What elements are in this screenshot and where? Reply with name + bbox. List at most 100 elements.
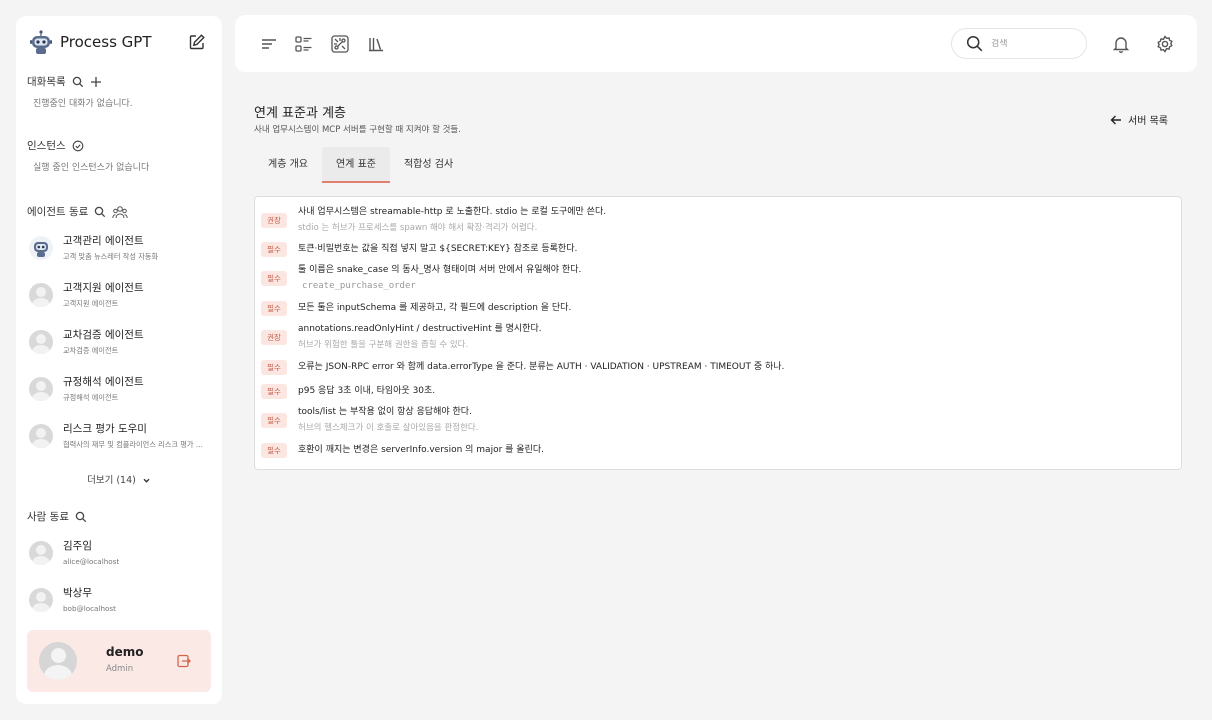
agent-avatar [29,283,53,307]
rules-card: 권장 사내 업무시스템은 streamable-http 로 노출한다. std… [254,196,1182,470]
rule-code-example: create_purchase_order [302,281,416,291]
agent-avatar [29,424,53,448]
rule-row: 권장 annotations.readOnlyHint / destructiv… [261,323,542,352]
tab-conformance-check[interactable]: 적합성 검사 [390,147,467,183]
agent-item[interactable]: 리스크 평가 도우미 협력사의 재무 및 컴플라이언스 리스크 평가 보조 [29,422,214,450]
rule-note: stdio 는 허브가 프로세스를 spawn 해야 해서 확장·격리가 어렵다… [298,223,538,233]
rule-badge: 필수 [261,360,287,375]
chevron-down-icon [143,478,150,483]
rule-row: 필수 p95 응답 3초 이내, 타임아웃 30초. [261,384,435,399]
chats-title: 대화목록 [27,76,66,88]
rule-note: 허브의 헬스체크가 이 호출로 살아있음을 판정한다. [298,423,479,433]
new-chat-edit-icon[interactable] [188,33,206,51]
agent-name: 고객관리 에이전트 [63,235,144,247]
people-title: 사람 동료 [27,511,69,523]
agent-avatar [29,377,53,401]
person-item[interactable]: 김주임 alice@localhost [29,539,214,566]
current-user-card[interactable]: demo Admin [27,630,211,692]
rule-text: 모든 툴은 inputSchema 를 제공하고, 각 필드에 descript… [298,303,572,313]
agent-robot-avatar [29,236,53,260]
agent-item[interactable]: 고객관리 에이전트 고객 맞춤 뉴스레터 작성 자동화 [29,234,214,262]
agent-item[interactable]: 고객지원 에이전트 고객지원 에이전트 [29,281,214,309]
person-avatar [29,540,53,565]
show-more-button[interactable]: 더보기 (14) [16,472,222,486]
rule-badge: 필수 [261,271,287,286]
page-subtitle: 사내 업무시스템이 MCP 서버를 구현할 때 지켜야 할 것들. [254,125,461,135]
rule-badge: 필수 [261,301,287,316]
chats-empty-text: 진행중인 대화가 없습니다. [33,99,133,109]
app-name: Process GPT [60,33,152,51]
robot-icon [29,236,53,260]
instances-empty-text: 실행 중인 인스턴스가 없습니다 [33,163,150,173]
person-email: alice@localhost [63,557,120,566]
sidebar: Process GPT 대화목록 진행중인 대화가 없습니다. 인스턴스 실행 … [16,16,222,704]
check-circle-icon[interactable] [72,140,84,152]
agent-description: 규정해석 에이전트 [63,393,119,402]
rule-text: 오류는 JSON-RPC error 와 함께 data.errorType 을… [298,362,785,372]
robot-logo-icon [30,30,52,54]
rule-badge: 권장 [261,330,287,345]
search-input[interactable] [991,38,1071,49]
library-icon[interactable] [366,34,386,54]
rule-badge: 필수 [261,413,287,428]
person-item[interactable]: 박상무 bob@localhost [29,586,214,613]
back-label: 서버 목록 [1128,116,1168,127]
process-map-icon[interactable] [330,34,350,54]
rule-text: tools/list 는 부작용 없이 항상 응답해야 한다. [298,407,472,417]
rule-text: annotations.readOnlyHint / destructiveHi… [298,324,542,334]
person-name: 박상무 [63,587,92,599]
rule-row: 필수 tools/list 는 부작용 없이 항상 응답해야 한다. 허브의 헬… [261,406,478,435]
checklist-icon[interactable] [294,34,314,54]
back-to-server-list-button[interactable]: 서버 목록 [1110,112,1168,127]
person-avatar [29,587,53,612]
rule-text: p95 응답 3초 이내, 타임아웃 30초. [298,386,436,396]
person-email: bob@localhost [63,604,116,613]
agent-description: 교차검증 에이전트 [63,346,119,355]
rule-row: 필수 토큰·비밀번호는 값을 직접 넣지 말고 ${SECRET:KEY} 참조… [261,242,577,257]
tab-integration-standards[interactable]: 연계 표준 [321,147,390,183]
agent-avatar [29,330,53,354]
search-icon [966,35,983,52]
agent-name: 리스크 평가 도우미 [63,423,147,435]
user-avatar [39,642,77,680]
agent-description: 고객지원 에이전트 [63,299,119,308]
instances-title: 인스턴스 [27,140,66,152]
arrow-left-icon [1110,115,1121,124]
search-icon[interactable] [75,511,87,523]
logout-icon[interactable] [177,654,191,668]
rule-badge: 필수 [261,384,287,399]
rule-badge: 필수 [261,443,287,458]
search-icon[interactable] [72,76,84,88]
chats-section-header: 대화목록 [27,74,102,89]
plus-icon[interactable] [90,76,102,88]
search-box[interactable] [951,28,1087,59]
user-name: demo [106,645,144,659]
agent-name: 교차검증 에이전트 [63,329,144,341]
agent-item[interactable]: 규정해석 에이전트 규정해석 에이전트 [29,375,214,403]
person-name: 김주임 [63,540,92,552]
agent-description: 고객 맞춤 뉴스레터 작성 자동화 [63,252,159,261]
rule-text: 호환이 깨지는 변경은 serverInfo.version 의 major 를… [298,445,544,455]
rule-row: 필수 호환이 깨지는 변경은 serverInfo.version 의 majo… [261,443,544,458]
bell-icon[interactable] [1111,34,1131,54]
search-icon[interactable] [94,206,106,218]
show-more-label: 더보기 (14) [87,475,136,486]
rule-badge: 권장 [261,213,287,228]
rule-badge: 필수 [261,242,287,257]
agents-title: 에이전트 동료 [27,206,89,218]
user-role: Admin [106,664,134,674]
agent-item[interactable]: 교차검증 에이전트 교차검증 에이전트 [29,328,214,356]
rule-note: 허브가 위험한 툴을 구분해 권한을 좁힐 수 있다. [298,340,469,350]
tab-layer-overview[interactable]: 계층 개요 [254,147,322,183]
agents-section-header: 에이전트 동료 [27,204,129,219]
brand[interactable]: Process GPT [28,28,152,56]
rule-row: 필수 오류는 JSON-RPC error 와 함께 data.errorTyp… [261,360,784,375]
instances-section-header: 인스턴스 [27,138,84,153]
page-title: 연계 표준과 계층 [254,106,346,121]
gear-icon[interactable] [1155,34,1175,54]
rule-row: 필수 모든 툴은 inputSchema 를 제공하고, 각 필드에 descr… [261,301,571,316]
agent-description: 협력사의 재무 및 컴플라이언스 리스크 평가 보조 [63,440,203,449]
group-icon[interactable] [112,205,129,219]
menu-icon[interactable] [259,34,279,54]
rule-text: 툴 이름은 snake_case 의 동사_명사 형태이며 서버 안에서 유일해… [298,265,582,275]
